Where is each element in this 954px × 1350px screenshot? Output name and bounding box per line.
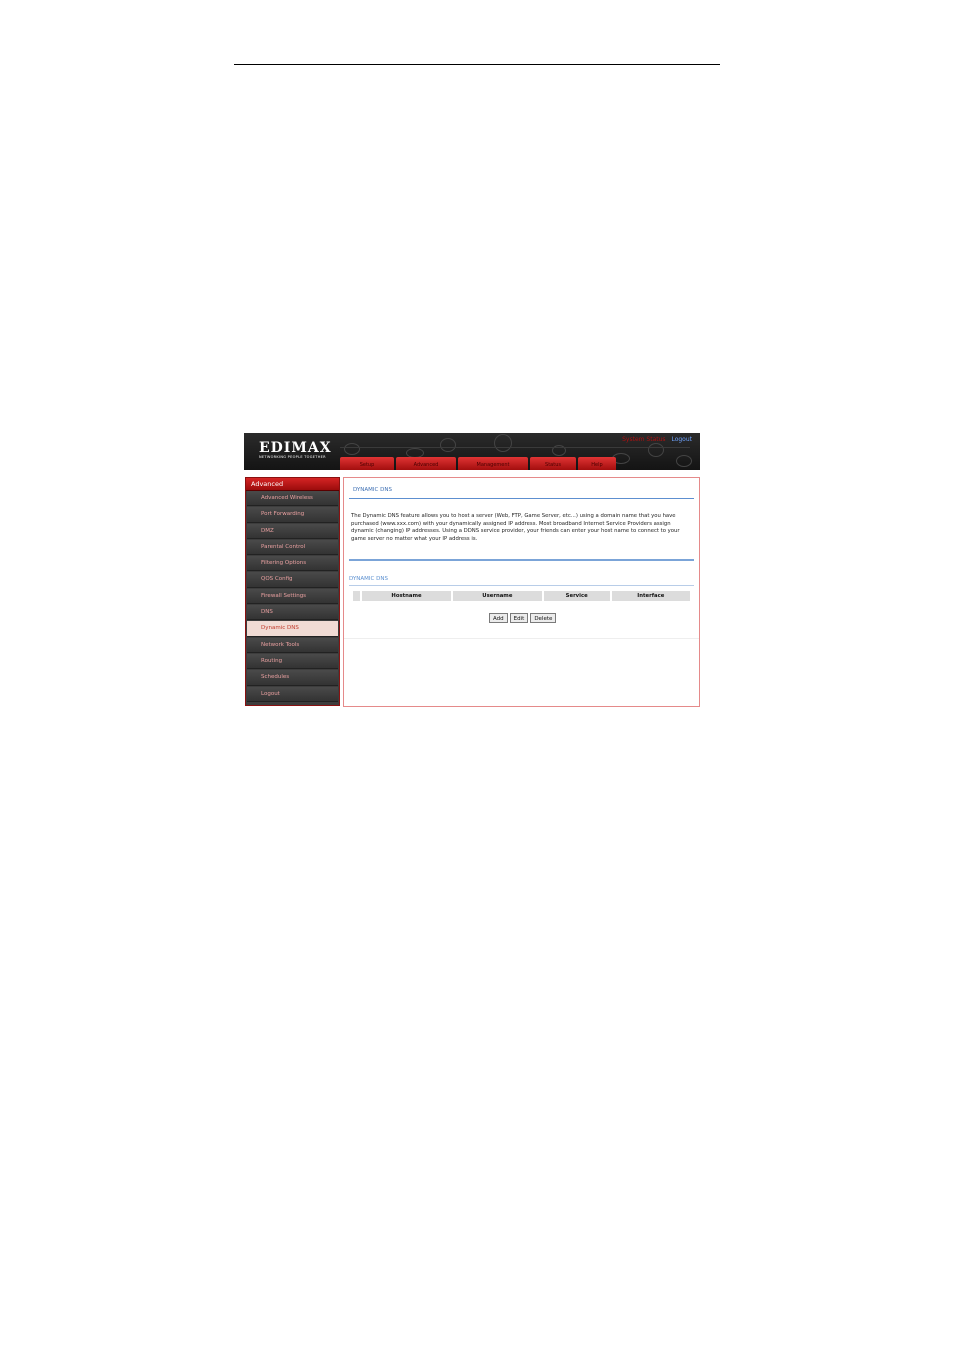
sidebar-item-parental-control[interactable]: Parental Control — [247, 539, 338, 556]
tab-label: Help — [591, 462, 603, 468]
tab-advanced[interactable]: Advanced — [396, 457, 456, 470]
sidebar-item-logout[interactable]: Logout — [247, 686, 338, 702]
header-bar: EDIMAX NETWORKING PEOPLE TOGETHER System… — [244, 433, 700, 470]
decor-line — [340, 447, 690, 448]
tab-help[interactable]: Help — [578, 457, 616, 470]
tab-label: Status — [545, 462, 561, 468]
page-description: The Dynamic DNS feature allows you to ho… — [351, 513, 680, 543]
section-title: DYNAMIC DNS — [349, 576, 388, 582]
decor-circle — [648, 443, 664, 457]
select-column-header — [353, 591, 361, 601]
sidebar-item-dmz[interactable]: DMZ — [247, 523, 338, 539]
sidebar-item-dynamic-dns[interactable]: Dynamic DNS — [247, 621, 338, 637]
router-admin-screenshot: EDIMAX NETWORKING PEOPLE TOGETHER System… — [244, 433, 700, 707]
sidebar-item-advanced-wireless[interactable]: Advanced Wireless — [247, 491, 338, 507]
header-links: System Status Logout — [622, 436, 692, 443]
tab-setup[interactable]: Setup — [340, 457, 394, 470]
sidebar-item-port-forwarding[interactable]: Port Forwarding — [247, 507, 338, 523]
sidebar-item-schedules[interactable]: Schedules — [247, 670, 338, 686]
section-title-underline — [349, 585, 694, 586]
content-bottom-divider — [344, 638, 699, 639]
tab-label: Advanced — [413, 462, 439, 468]
column-header-hostname: Hostname — [360, 591, 452, 601]
add-button[interactable]: Add — [489, 613, 508, 623]
sidebar-item-qos-config[interactable]: QOS Config — [247, 572, 338, 588]
title-divider — [349, 498, 694, 499]
edit-button[interactable]: Edit — [509, 613, 529, 623]
edimax-logo: EDIMAX — [259, 440, 332, 456]
sidebar-item-network-tools[interactable]: Network Tools — [247, 637, 338, 653]
decor-circle — [440, 438, 456, 452]
column-header-interface: Interface — [609, 591, 690, 601]
tab-label: Setup — [359, 462, 375, 468]
column-header-service: Service — [541, 591, 611, 601]
sidebar: Advanced Advanced Wireless Port Forwardi… — [245, 477, 340, 706]
decor-circle — [676, 455, 692, 467]
page-top-rule — [234, 64, 720, 65]
top-nav-tabs: Setup Advanced Management Status Help — [340, 455, 618, 470]
decor-circle — [344, 443, 360, 455]
logo-tagline: NETWORKING PEOPLE TOGETHER — [259, 455, 326, 459]
sidebar-item-dns[interactable]: DNS — [247, 605, 338, 621]
tab-label: Management — [476, 462, 510, 468]
delete-button[interactable]: Delete — [530, 613, 557, 623]
logout-link[interactable]: Logout — [671, 436, 692, 443]
sidebar-item-routing[interactable]: Routing — [247, 653, 338, 670]
action-buttons: Add Edit Delete — [489, 613, 557, 623]
decor-circle — [494, 434, 512, 452]
system-status-link[interactable]: System Status — [622, 436, 665, 443]
sidebar-item-filtering-options[interactable]: Filtering Options — [247, 556, 338, 572]
tab-status[interactable]: Status — [530, 457, 576, 470]
section-divider — [349, 559, 694, 561]
column-header-username: Username — [451, 591, 543, 601]
ddns-table: Hostname Username Service Interface — [353, 591, 690, 601]
sidebar-item-firewall-settings[interactable]: Firewall Settings — [247, 588, 338, 605]
page-title: DYNAMIC DNS — [353, 487, 392, 493]
table-header-row: Hostname Username Service Interface — [353, 591, 690, 601]
main-panel: DYNAMIC DNS The Dynamic DNS feature allo… — [343, 477, 700, 707]
sidebar-section-title: Advanced — [246, 478, 339, 491]
tab-management[interactable]: Management — [458, 457, 528, 470]
